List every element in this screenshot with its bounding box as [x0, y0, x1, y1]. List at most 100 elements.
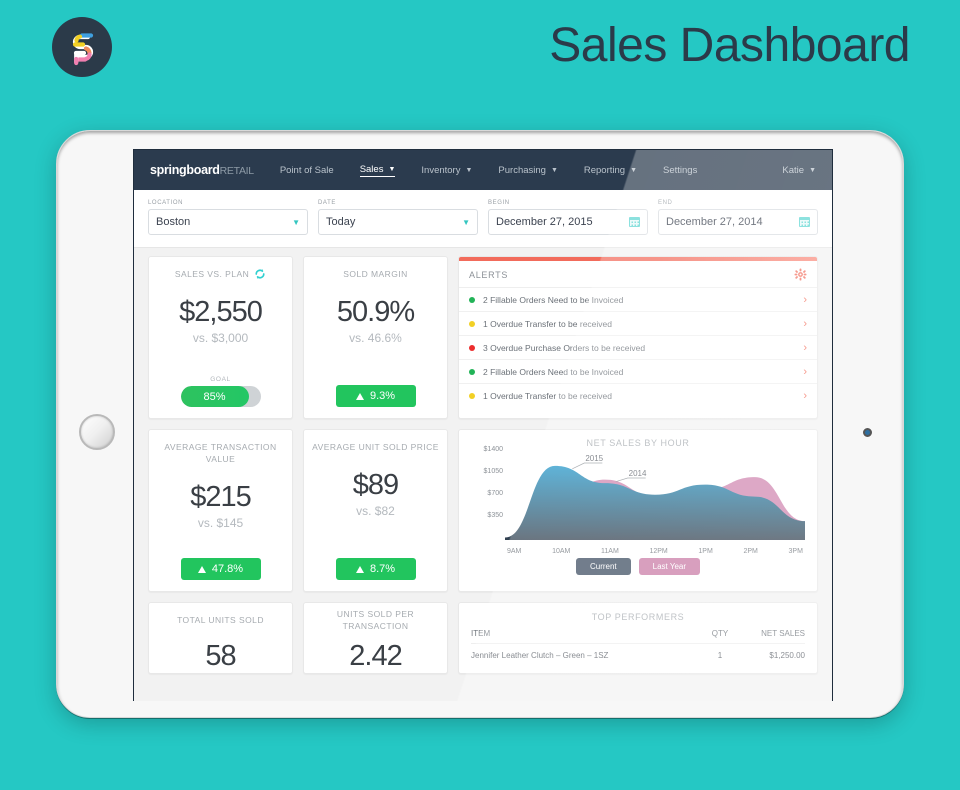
chart-y-axis: $350 $700 $1050 $1400	[469, 446, 503, 538]
filter-end: END December 27, 2014	[658, 200, 818, 235]
card-title-text: UNITS SOLD PER TRANSACTION	[336, 609, 415, 631]
status-dot-icon	[469, 344, 475, 351]
table-header: ITEM QTY NET SALES	[471, 622, 805, 644]
chevron-down-icon: ▼	[550, 166, 558, 174]
status-dot-icon	[469, 320, 475, 327]
nav-label: Sales	[359, 163, 384, 175]
page-header: Sales Dashboard	[0, 0, 960, 118]
card-units-sold-per-transaction: UNITS SOLD PER TRANSACTION 2.42	[303, 602, 448, 674]
cell-net-sales: $1,250.00	[769, 651, 805, 660]
chart-annotation-2014: 2014	[615, 469, 647, 482]
status-dot-icon	[469, 393, 475, 399]
begin-date-input[interactable]: December 27, 2015	[488, 209, 648, 235]
trend-badge: 9.3%	[335, 385, 416, 407]
cell-qty: 1	[717, 651, 723, 660]
app-navbar: springboardRETAIL Point of Sale Sales ▼ …	[134, 150, 832, 190]
card-title-text: AVERAGE UNIT SOLD PRICE	[312, 442, 439, 452]
nav-label: Settings	[663, 164, 698, 176]
end-date-input[interactable]: December 27, 2014	[658, 209, 818, 235]
filter-label: LOCATION	[148, 200, 184, 206]
trend-section: 47.8%	[180, 558, 261, 580]
nav-item-sales[interactable]: Sales ▼	[359, 163, 396, 177]
chevron-right-icon[interactable]: ›	[803, 342, 807, 354]
nav-label: Purchasing	[498, 164, 546, 176]
alerts-list: 2 Fillable Orders Need to be Invoiced › 1 …	[459, 288, 817, 408]
card-title-text: SOLD MARGIN	[343, 269, 408, 279]
calendar-icon[interactable]	[629, 217, 640, 227]
location-select[interactable]: Boston ▼	[148, 209, 308, 235]
x-axis-tick: 2PM	[743, 548, 758, 555]
nav-item-point-of-sale[interactable]: Point of Sale	[280, 165, 334, 176]
alerts-title: ALERTS	[469, 269, 509, 280]
triangle-up-icon	[355, 565, 364, 573]
card-title: UNITS SOLD PER TRANSACTION	[312, 609, 439, 631]
card-value: $89	[352, 469, 399, 501]
y-axis-tick: $1050	[483, 468, 503, 475]
gear-icon[interactable]	[794, 268, 807, 281]
nav-item-inventory[interactable]: Inventory ▼	[421, 165, 472, 176]
home-button[interactable]	[79, 414, 115, 450]
card-comparison: vs. $3,000	[192, 331, 249, 345]
card-value: $2,550	[179, 296, 263, 328]
chevron-right-icon[interactable]: ›	[803, 318, 807, 330]
y-axis-tick: $700	[487, 490, 503, 497]
trend-badge: 47.8%	[180, 558, 261, 580]
goal-progress-fill: 85%	[180, 386, 249, 407]
card-comparison: vs. $145	[197, 516, 244, 530]
filter-label: DATE	[318, 200, 336, 206]
user-menu[interactable]: Katie ▼	[782, 165, 816, 176]
chart-annotation-2015: 2015	[572, 454, 604, 470]
alert-row[interactable]: 2 Fillable Orders Need to be Invoiced ›	[459, 288, 817, 312]
svg-text:2014: 2014	[629, 469, 647, 478]
chevron-right-icon[interactable]: ›	[803, 294, 807, 306]
card-sold-margin: SOLD MARGIN 50.9% vs. 46.6% 9.3%	[303, 256, 448, 419]
chevron-right-icon[interactable]: ›	[803, 366, 807, 378]
date-select[interactable]: Today ▼	[318, 209, 478, 235]
alert-row[interactable]: 3 Overdue Purchase Orders to be received…	[459, 336, 817, 360]
nav-item-settings[interactable]: Settings	[663, 165, 697, 176]
nav-label: Reporting	[583, 164, 626, 176]
alert-row[interactable]: 1 Overdue Transfer to be received ›	[459, 384, 817, 408]
brand-logo[interactable]: springboardRETAIL	[150, 163, 254, 177]
goal-label: GOAL	[210, 376, 231, 383]
alerts-header: ALERTS	[459, 261, 817, 288]
chevron-down-icon: ▼	[292, 217, 300, 227]
legend-button-current[interactable]: Current	[575, 558, 631, 575]
camera-icon	[863, 428, 872, 437]
springboard-logo-icon	[52, 17, 112, 77]
legend-button-last-year[interactable]: Last Year	[638, 558, 701, 575]
brand-suffix: RETAIL	[219, 165, 254, 177]
card-title: TOTAL UNITS SOLD	[177, 614, 264, 626]
logo-glyph	[72, 33, 94, 66]
date-value: Today	[326, 216, 356, 228]
x-axis-tick: 3PM	[788, 548, 803, 555]
brand-name: springboard	[150, 163, 220, 177]
card-title-text: TOTAL UNITS SOLD	[177, 615, 264, 625]
x-axis-tick: 1PM	[698, 548, 713, 555]
chevron-right-icon[interactable]: ›	[803, 390, 807, 402]
table-row[interactable]: Jennifer Leather Clutch – Green – 1SZ 1 …	[471, 644, 805, 660]
card-title: SALES VS. PLAN	[175, 268, 266, 280]
filter-date: DATE Today ▼	[318, 200, 478, 235]
filter-begin: BEGIN December 27, 2015	[488, 200, 648, 235]
chart-legend: Current Last Year	[469, 558, 807, 575]
alert-row[interactable]: 2 Fillable Orders Need to be Invoiced ›	[459, 360, 817, 384]
triangle-up-icon	[197, 565, 206, 573]
card-comparison: vs. $82	[356, 504, 395, 518]
nav-item-reporting[interactable]: Reporting ▼	[584, 165, 637, 176]
column-net-sales: NET SALES	[761, 629, 805, 638]
alert-row[interactable]: 1 Overdue Transfer to be received ›	[459, 312, 817, 336]
alert-text: 2 Fillable Orders Need to be Invoiced	[483, 294, 624, 305]
trend-value: 9.3%	[369, 390, 396, 402]
trend-value: 8.7%	[369, 563, 396, 575]
refresh-icon[interactable]	[254, 268, 266, 280]
page-title: Sales Dashboard	[549, 19, 910, 72]
svg-text:2015: 2015	[585, 454, 603, 463]
calendar-icon[interactable]	[799, 217, 810, 227]
nav-item-purchasing[interactable]: Purchasing ▼	[498, 165, 557, 176]
goal-section: GOAL 85%	[180, 376, 261, 407]
chevron-down-icon: ▼	[630, 166, 638, 174]
card-title: AVERAGE TRANSACTION VALUE	[157, 441, 284, 465]
chart-series-labels: 2015 2014	[572, 454, 647, 482]
nav-label: Inventory	[421, 164, 461, 176]
